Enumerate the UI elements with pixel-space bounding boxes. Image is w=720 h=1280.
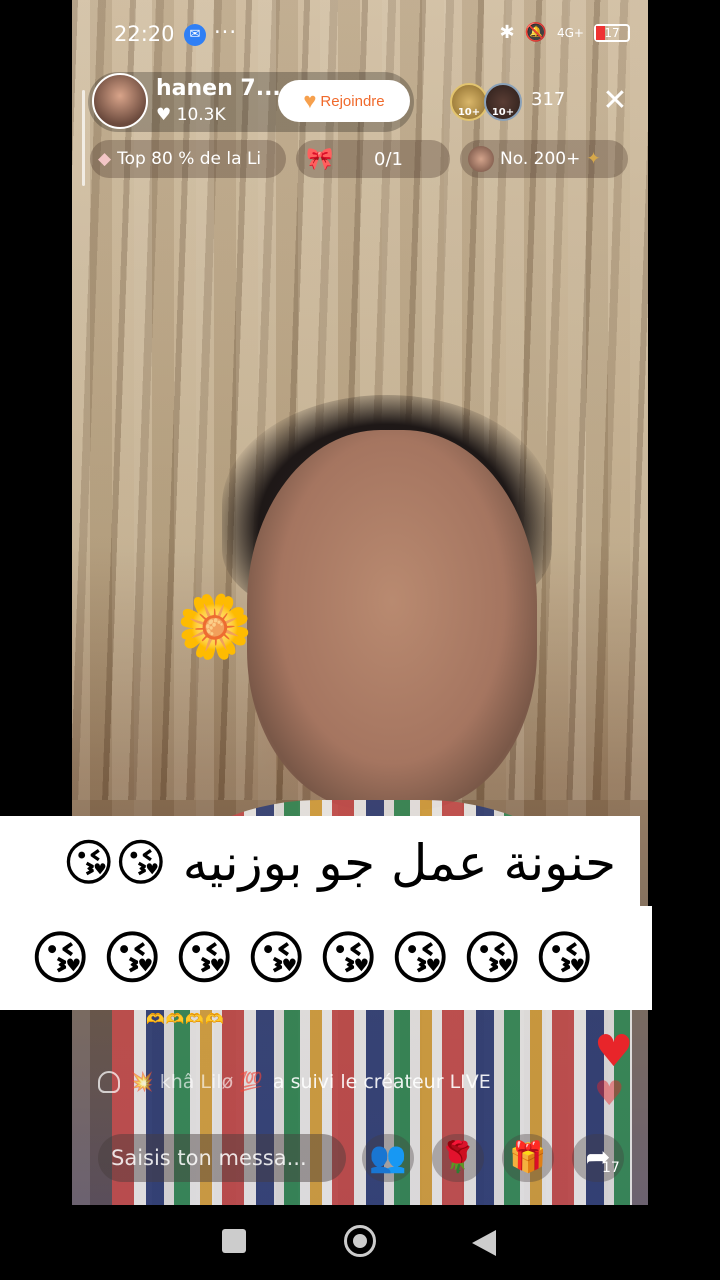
battery-icon: 17 bbox=[594, 23, 630, 42]
kiss-emoji-icon: 😘 bbox=[174, 924, 239, 992]
status-bar: 22:20 ✉ ··· ✱ 🔕 4G+ 17 bbox=[72, 18, 648, 54]
system-nav-bar bbox=[0, 1205, 720, 1280]
heart-plus-icon: ♥ bbox=[303, 88, 317, 113]
viewer-badge: 10+ bbox=[457, 107, 481, 118]
multi-guest-icon[interactable]: 👥 bbox=[362, 1134, 414, 1182]
signal-icon: 4G+ bbox=[557, 25, 584, 40]
diamond-icon: ◆ bbox=[98, 149, 112, 169]
bluetooth-icon: ✱ bbox=[499, 22, 515, 43]
kiss-emoji-icon: 😘 bbox=[102, 924, 167, 992]
comment-hearts: 🫶🫶🫶🫶 bbox=[146, 1010, 225, 1028]
more-notifications-icon: ··· bbox=[214, 20, 238, 44]
messenger-icon: ✉ bbox=[184, 24, 206, 46]
goal-chip[interactable]: 🎀 0/1 bbox=[296, 140, 450, 178]
recents-button[interactable] bbox=[218, 1225, 250, 1257]
kiss-emoji-icon: 😘 bbox=[534, 924, 599, 992]
ranking-chip[interactable]: ◆ Top 80 % de la Li bbox=[90, 140, 286, 178]
join-button[interactable]: ♥ Rejoindre bbox=[278, 80, 410, 122]
battery-level: 17 bbox=[604, 25, 620, 40]
square-icon bbox=[222, 1229, 246, 1253]
mute-icon: 🔕 bbox=[524, 22, 547, 43]
caption-emoji-row: 😘 😘 😘 😘 😘 😘 😘 😘 bbox=[30, 924, 606, 992]
home-button[interactable] bbox=[344, 1225, 376, 1257]
badge-icon: ✦ bbox=[586, 149, 601, 169]
viewer-count[interactable]: 317 bbox=[531, 89, 565, 110]
position-chip[interactable]: No. 200+ ✦ bbox=[460, 140, 628, 178]
message-input[interactable] bbox=[98, 1134, 346, 1182]
top-viewer-avatar[interactable]: 10+ bbox=[450, 83, 488, 121]
streamer-face bbox=[247, 430, 537, 810]
triangle-back-icon bbox=[472, 1229, 496, 1256]
person-icon bbox=[98, 1070, 120, 1093]
floating-heart-icon: ♥ bbox=[594, 1026, 634, 1077]
close-icon[interactable]: ✕ bbox=[598, 84, 632, 118]
caption-overlay: حنونة عمل جو بوزنيه 😘😘 😘 😘 😘 😘 😘 😘 😘 😘 bbox=[0, 816, 652, 1010]
clock: 22:20 bbox=[114, 22, 175, 46]
viewer-badge: 10+ bbox=[491, 107, 515, 118]
floating-heart-icon: ♥ bbox=[594, 1074, 625, 1114]
join-label: Rejoindre bbox=[320, 92, 385, 110]
kiss-emoji-icon: 😘 bbox=[390, 924, 455, 992]
rose-gift-icon[interactable]: 🌹 bbox=[432, 1134, 484, 1182]
kiss-emoji-icon: 😘 bbox=[462, 924, 527, 992]
gift-icon[interactable]: 🎁 bbox=[502, 1134, 554, 1182]
back-button[interactable] bbox=[472, 1225, 504, 1257]
follow-notice: 💥 khâ Lilø 💯 a suivi le créateur LIVE bbox=[98, 1070, 491, 1093]
position-label: No. 200+ bbox=[500, 149, 581, 169]
kiss-emoji-icon: 😘 bbox=[30, 924, 95, 992]
caption-line-1: حنونة عمل جو بوزنيه 😘😘 bbox=[62, 834, 616, 892]
notice-user[interactable]: 💥 khâ Lilø 💯 bbox=[130, 1070, 263, 1093]
scroll-indicator bbox=[82, 90, 85, 186]
circle-icon bbox=[344, 1225, 376, 1257]
goal-value: 0/1 bbox=[374, 148, 403, 170]
gift-goal-icon: 🎀 bbox=[306, 146, 334, 172]
share-count: 17 bbox=[602, 1160, 620, 1176]
host-name[interactable]: hanen 7... bbox=[156, 76, 281, 101]
top-viewer-avatar[interactable]: 10+ bbox=[484, 83, 522, 121]
host-avatar[interactable] bbox=[92, 73, 148, 129]
caption-edge bbox=[640, 906, 652, 1010]
ranking-label: Top 80 % de la Li bbox=[117, 149, 262, 169]
mini-avatar bbox=[468, 146, 494, 172]
kiss-emoji-icon: 😘 bbox=[246, 924, 311, 992]
host-likes: ♥ 10.3K bbox=[156, 105, 226, 125]
kiss-emoji-icon: 😘 bbox=[318, 924, 383, 992]
flower-effect-icon: 🌼 bbox=[176, 590, 254, 663]
notice-action: a suivi le créateur LIVE bbox=[272, 1070, 491, 1093]
